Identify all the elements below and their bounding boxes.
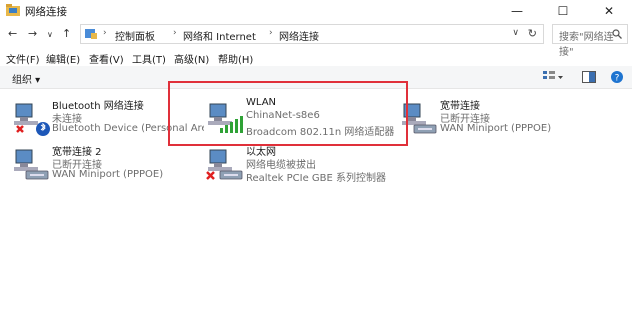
search-icon [612, 29, 622, 39]
close-button[interactable]: ✕ [586, 0, 632, 22]
back-button[interactable]: ← [8, 27, 17, 40]
change-view-icon[interactable] [542, 70, 564, 84]
connection-item-broadband[interactable]: 宽带连接 已断开连接 WAN Miniport (PPPOE) [400, 96, 590, 142]
refresh-icon[interactable]: ↻ [528, 27, 537, 40]
help-icon[interactable]: ? [610, 70, 624, 84]
highlight-box [168, 81, 408, 146]
menu-advanced[interactable]: 高级(N) [174, 51, 209, 66]
connection-device: Realtek PCIe GBE 系列控制器 [246, 173, 386, 184]
broadband-network-icon [14, 149, 49, 180]
connection-device: WAN Miniport (PPPOE) [52, 169, 164, 180]
forward-button[interactable]: → [28, 27, 37, 40]
maximize-button[interactable]: ☐ [540, 0, 586, 22]
breadcrumb-network-internet[interactable]: 网络和 Internet [183, 28, 256, 43]
chevron-down-icon[interactable]: ∨ [512, 28, 519, 38]
breadcrumb-control-panel[interactable]: 控制面板 [115, 28, 155, 43]
recent-locations-button[interactable]: ∨ [47, 30, 53, 39]
connection-device: WAN Miniport (PPPOE) [440, 123, 552, 134]
close-icon: ✕ [603, 4, 615, 18]
minimize-icon: — [511, 4, 523, 18]
up-button[interactable]: ↑ [62, 27, 71, 40]
maximize-icon: ☐ [557, 4, 569, 18]
menu-file[interactable]: 文件(F) [6, 51, 40, 66]
address-toolbar: ← → ∨ ↑ › 控制面板 › 网络和 Internet › 网络连接 ∨ ↻… [0, 22, 632, 58]
menu-edit[interactable]: 编辑(E) [46, 51, 80, 66]
search-input[interactable]: 搜索"网络连接" [552, 24, 628, 58]
ethernet-network-icon [206, 149, 243, 180]
breadcrumb-network-connections[interactable]: 网络连接 [279, 28, 319, 43]
menu-bar: 文件(F) 编辑(E) 查看(V) 工具(T) 高级(N) 帮助(H) [0, 48, 632, 66]
bluetooth-network-icon [14, 103, 50, 136]
address-bar[interactable]: › 控制面板 › 网络和 Internet › 网络连接 ∨ ↻ [80, 24, 544, 44]
network-folder-icon [6, 4, 20, 16]
connection-item-broadband-2[interactable]: 宽带连接 2 已断开连接 WAN Miniport (PPPOE) [12, 142, 202, 188]
control-panel-icon [85, 29, 97, 39]
preview-pane-icon[interactable] [582, 70, 596, 84]
menu-help[interactable]: 帮助(H) [218, 51, 253, 66]
menu-tools[interactable]: 工具(T) [132, 51, 166, 66]
menu-view[interactable]: 查看(V) [89, 51, 124, 66]
minimize-button[interactable]: — [494, 0, 540, 22]
window-title: 网络连接 [25, 6, 67, 18]
svg-text:?: ? [615, 74, 620, 84]
connection-item-ethernet[interactable]: 以太网 网络电缆被拔出 Realtek PCIe GBE 系列控制器 [206, 142, 396, 188]
title-bar: 网络连接 — ☐ ✕ [0, 0, 632, 22]
organize-button[interactable]: 组织 ▾ [12, 71, 40, 86]
